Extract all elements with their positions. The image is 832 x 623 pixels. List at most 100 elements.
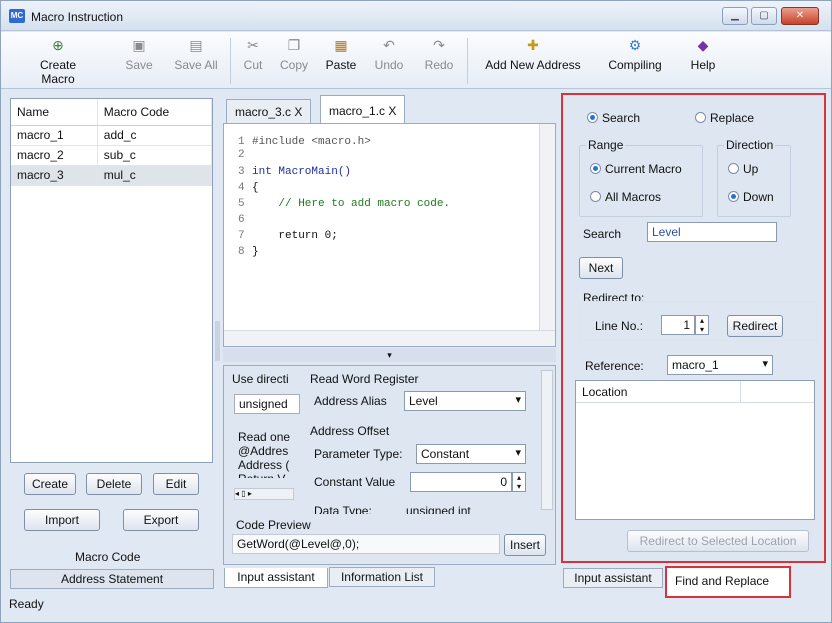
- radio-icon: [590, 191, 601, 202]
- help-icon: ◆: [697, 37, 709, 53]
- code-line: #include <macro.h>: [252, 136, 371, 148]
- create-macro-button[interactable]: ⊕ Create Macro: [23, 36, 93, 86]
- direction-up-radio[interactable]: Up: [728, 162, 758, 176]
- compiling-label: Compiling: [608, 58, 662, 72]
- cut-button[interactable]: ✂ Cut: [239, 36, 267, 72]
- tab-macro-1[interactable]: macro_1.c X: [320, 95, 406, 123]
- macro-code: mul_c: [97, 165, 213, 186]
- line-number: 8: [238, 246, 245, 258]
- paste-button[interactable]: ▦ Paste: [323, 36, 359, 72]
- save-button[interactable]: ▣ Save: [121, 36, 157, 72]
- use-direction-label: Use directi: [232, 372, 289, 386]
- description-line: Address (: [238, 458, 290, 472]
- compile-icon: ⚙: [628, 37, 642, 53]
- column-header-name[interactable]: Name: [11, 99, 98, 126]
- edit-button[interactable]: Edit: [153, 473, 199, 495]
- minimize-button[interactable]: ▁: [722, 7, 748, 25]
- paste-label: Paste: [325, 58, 357, 72]
- function-description: Read one @Addres Address ( Return V...: [238, 430, 300, 478]
- insert-button[interactable]: Insert: [504, 534, 546, 556]
- search-mode-radio[interactable]: Search: [587, 111, 640, 125]
- direction-down-label: Down: [743, 190, 774, 204]
- line-no-spinner[interactable]: ▴ ▾: [695, 315, 709, 335]
- close-button[interactable]: ✕: [781, 7, 819, 25]
- search-input[interactable]: Level: [647, 222, 777, 242]
- description-line: Read one: [238, 430, 291, 444]
- direction-up-label: Up: [743, 162, 759, 176]
- app-icon: MC: [9, 9, 25, 23]
- constant-value-input[interactable]: 0: [410, 472, 512, 492]
- assistant-scrollbar[interactable]: [541, 370, 553, 510]
- editor-horizontal-scrollbar[interactable]: [224, 330, 555, 346]
- search-mode-label: Search: [602, 111, 641, 125]
- help-button[interactable]: ◆ Help: [685, 36, 721, 72]
- data-type-label: Data Type:: [314, 504, 372, 514]
- add-address-icon: ✚: [527, 37, 539, 53]
- tab-macro-code[interactable]: Macro Code: [75, 550, 140, 564]
- find-replace-panel: Search Replace Range Current Macro All M…: [561, 93, 826, 563]
- tab-macro-3[interactable]: macro_3.c X: [226, 99, 312, 123]
- code-preview-title: Code Preview: [236, 518, 311, 532]
- range-current-radio[interactable]: Current Macro: [590, 162, 682, 176]
- table-row-selected[interactable]: macro_3 mul_c: [11, 165, 213, 186]
- import-button[interactable]: Import: [24, 509, 100, 531]
- direction-down-radio[interactable]: Down: [728, 190, 774, 204]
- splitter-handle[interactable]: [215, 321, 220, 361]
- create-button[interactable]: Create: [24, 473, 76, 495]
- create-macro-label: Create Macro: [39, 58, 77, 86]
- parameter-type-dropdown[interactable]: Constant: [416, 444, 526, 464]
- save-all-button[interactable]: ▤ Save All: [170, 36, 222, 72]
- location-list[interactable]: Location: [575, 380, 815, 520]
- code-line: // Here to add macro code.: [252, 198, 451, 210]
- description-line: Return V...: [238, 472, 300, 478]
- tab-information-list[interactable]: Information List: [329, 567, 435, 587]
- maximize-button[interactable]: ▢: [751, 7, 777, 25]
- radio-icon: [728, 163, 739, 174]
- table-row[interactable]: macro_1 add_c: [11, 125, 213, 146]
- editor-vertical-scrollbar[interactable]: [539, 124, 555, 346]
- reference-dropdown[interactable]: macro_1: [667, 355, 773, 375]
- line-no-label: Line No.:: [595, 319, 644, 333]
- compiling-button[interactable]: ⚙ Compiling: [601, 36, 669, 72]
- export-button[interactable]: Export: [123, 509, 199, 531]
- range-all-label: All Macros: [605, 190, 662, 204]
- copy-label: Copy: [279, 58, 308, 72]
- line-no-input[interactable]: 1: [661, 315, 695, 335]
- table-row[interactable]: macro_2 sub_c: [11, 145, 213, 166]
- next-button[interactable]: Next: [579, 257, 623, 279]
- delete-button[interactable]: Delete: [86, 473, 142, 495]
- column-header-macro-code[interactable]: Macro Code: [97, 99, 213, 126]
- tab-address-statement[interactable]: Address Statement: [10, 569, 214, 589]
- undo-icon: ↶: [383, 37, 395, 53]
- reference-label: Reference:: [585, 359, 644, 373]
- tab-find-and-replace[interactable]: Find and Replace: [665, 566, 791, 598]
- description-scrollbar[interactable]: ◂ ▯ ▸: [234, 488, 294, 500]
- undo-button[interactable]: ↶ Undo: [371, 36, 407, 72]
- input-assistant-panel: Use directi unsigned Read one @Addres Ad…: [223, 365, 556, 565]
- redirect-button[interactable]: Redirect: [727, 315, 783, 337]
- redo-button[interactable]: ↷ Redo: [421, 36, 457, 72]
- macro-name: macro_1: [11, 125, 98, 146]
- parameter-type-label: Parameter Type:: [314, 447, 403, 461]
- code-editor[interactable]: 1 #include <macro.h> 2 3 int MacroMain()…: [223, 123, 556, 347]
- range-all-radio[interactable]: All Macros: [590, 190, 661, 204]
- line-number: 3: [238, 166, 245, 178]
- redirect-selected-button[interactable]: Redirect to Selected Location: [627, 530, 809, 552]
- toolbar: ⊕ Create Macro ▣ Save ▤ Save All ✂ Cut ❐…: [1, 32, 831, 89]
- replace-mode-radio[interactable]: Replace: [695, 111, 754, 125]
- copy-button[interactable]: ❐ Copy: [276, 36, 312, 72]
- type-field[interactable]: unsigned: [234, 394, 300, 414]
- tab-input-assistant-right[interactable]: Input assistant: [563, 568, 663, 588]
- radio-selected-icon: [728, 191, 739, 202]
- add-new-address-button[interactable]: ✚ Add New Address: [477, 36, 589, 72]
- splitter-arrow-icon[interactable]: ▾: [223, 348, 556, 362]
- toolbar-separator: [230, 38, 231, 84]
- location-header-label: Location: [582, 385, 628, 399]
- save-all-label: Save All: [174, 58, 218, 72]
- add-new-address-label: Add New Address: [485, 58, 581, 72]
- tab-input-assistant[interactable]: Input assistant: [224, 568, 328, 588]
- address-alias-dropdown[interactable]: Level: [404, 391, 526, 411]
- range-group: Range Current Macro All Macros: [579, 138, 703, 217]
- toolbar-separator: [467, 38, 468, 84]
- constant-value-spinner[interactable]: ▴ ▾: [512, 472, 526, 492]
